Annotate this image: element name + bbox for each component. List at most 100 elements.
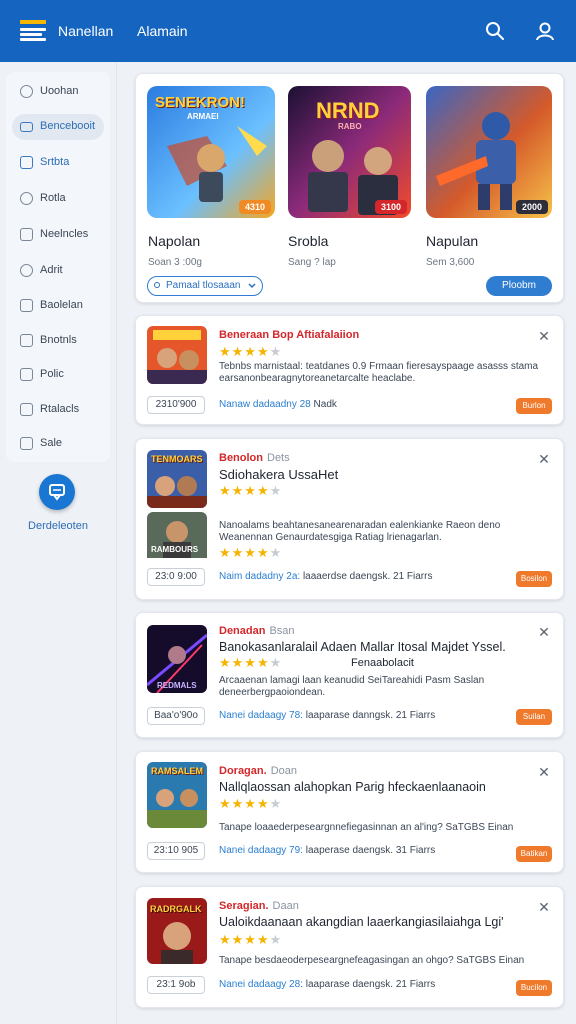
thumbnail-title: TENMOARS [151, 454, 203, 464]
game-thumbnail-image [147, 326, 207, 384]
sidebar-item-label: Srtbta [40, 156, 70, 168]
get-button[interactable]: Suilan [516, 709, 552, 725]
get-button[interactable]: Bosilon [516, 571, 552, 587]
download-info: Nanei dadaagy 28: laaparase daengsk. 21 … [219, 979, 436, 990]
game-thumbnail[interactable]: TENMOARS [147, 450, 207, 508]
rating-stars: ★★★★★ [219, 932, 283, 947]
top-app-bar: Nanellan Alamain [0, 0, 576, 62]
sidebar-item-label: Baolelan [40, 299, 83, 311]
download-info: Naim dadadny 2a: laaaerdse daengsk. 21 F… [219, 571, 433, 582]
circle-icon [20, 264, 33, 277]
game-description: Weanennan Genaurdatesgiga Ratiag lrienag… [219, 532, 442, 543]
featured-action-button[interactable]: Ploobm [486, 276, 552, 296]
get-button[interactable]: Burlon [516, 398, 552, 414]
featured-game-sub: Sem 3,600 [426, 257, 475, 268]
game-thumbnail[interactable]: REDMALS [147, 625, 207, 693]
game-thumbnail-secondary[interactable]: RAMBOURS [147, 512, 207, 570]
nav-link-nanellan[interactable]: Nanellan [58, 23, 113, 39]
game-art-subtitle: RABO [338, 122, 362, 131]
sidebar-item-label: Bnotnls [40, 334, 77, 346]
game-title[interactable]: Denadan Bsan [219, 625, 295, 637]
game-title[interactable]: Benolon Dets [219, 452, 290, 464]
sale-icon [20, 437, 33, 450]
tag-icon [20, 334, 33, 347]
rating-stars-secondary: ★★★★★ [219, 545, 283, 560]
sidebar-item-sale[interactable]: Sale [12, 431, 104, 457]
fab-label: Derdeleoten [28, 520, 88, 532]
nav-link-alamain[interactable]: Alamain [137, 23, 188, 39]
sidebar-divider [116, 62, 117, 1024]
game-thumbnail[interactable]: RADRGALK [147, 898, 207, 964]
price-tag: Baa'o'90o [147, 707, 205, 725]
rating-stars: ★★★★★ [219, 344, 283, 359]
sidebar-item-label: Uoohan [40, 85, 79, 97]
featured-game-name[interactable]: Srobla [288, 233, 328, 249]
game-description: Tanape loaaederpeseargnnefiegasinnan an … [219, 822, 514, 833]
smile-icon [20, 192, 33, 205]
close-icon[interactable]: ✕ [538, 329, 550, 343]
rating-stars: ★★★★★ [219, 483, 283, 498]
close-icon[interactable]: ✕ [538, 452, 550, 466]
sidebar-item-uoohan[interactable]: Uoohan [12, 79, 104, 105]
sidebar-item-bnotnls[interactable]: Bnotnls [12, 328, 104, 354]
sidebar-item-adrit[interactable]: Adrit [12, 258, 104, 284]
sidebar-item-rtalacls[interactable]: Rtalacls [12, 397, 104, 423]
featured-game-name[interactable]: Napolan [148, 233, 200, 249]
chat-icon [49, 484, 65, 501]
get-button[interactable]: Bucilon [516, 980, 552, 996]
game-title[interactable]: Doragan. Doan [219, 765, 297, 777]
app-logo-icon[interactable] [20, 20, 46, 44]
download-info: Nanei dadaagy 78: laaparase danngsk. 21 … [219, 710, 436, 721]
sort-dropdown-label: Pamaal tlosaaan [166, 280, 241, 291]
doc-icon [20, 228, 33, 241]
featured-game-name[interactable]: Napulan [426, 233, 478, 249]
close-icon[interactable]: ✕ [538, 765, 550, 779]
game-description: Tebnbs marnistaal: teatdanes 0.9 Frmaan … [219, 361, 539, 372]
sort-dropdown[interactable]: Pamaal tlosaaan [147, 276, 263, 296]
sidebar-item-neelncles[interactable]: Neelncles [12, 222, 104, 248]
game-thumbnail[interactable] [147, 326, 207, 384]
game-title[interactable]: Beneraan Bop Aftiafalaiion [219, 329, 359, 341]
game-headline: Sdiohakera UssaHet [219, 467, 339, 482]
game-headline: Nallqlaossan alahopkan Parig hfeckaenlaa… [219, 780, 486, 794]
sidebar-item-rotla[interactable]: Rotla [12, 186, 104, 212]
game-thumbnail[interactable]: RAMSALEM [147, 762, 207, 828]
sidebar-item-baolelan[interactable]: Baolelan [12, 293, 104, 319]
create-fab-button[interactable] [39, 474, 75, 510]
sidebar-item-bencebooit[interactable]: Bencebooit [12, 114, 104, 140]
download-info: Nanaw dadaadny 28 Nadk [219, 399, 337, 410]
game-art-title: NRND [316, 98, 380, 123]
sidebar-item-srtbta[interactable]: Srtbta [12, 150, 104, 176]
game-description: Arcaaenan lamagi laan keanudid SeiTareah… [219, 675, 485, 686]
game-title[interactable]: Seragian. Daan [219, 900, 299, 912]
card-icon [20, 122, 33, 132]
get-button[interactable]: Batikan [516, 846, 552, 862]
sidebar-item-label: Adrit [40, 264, 63, 276]
rating-stars: ★★★★★ [219, 655, 283, 670]
sidebar-item-polic[interactable]: Polic [12, 362, 104, 388]
thumbnail-title: REDMALS [157, 681, 197, 690]
price-badge: 2000 [515, 200, 548, 214]
game-headline: Ualoikdaanaan akangdian laaerkangiasilai… [219, 915, 504, 929]
square-icon [20, 156, 33, 169]
price-badge: 3100 [374, 200, 407, 214]
thumbnail-title: RADRGALK [150, 904, 202, 914]
book-icon [20, 299, 33, 312]
sidebar-item-label: Neelncles [40, 228, 89, 240]
featured-game-art-3[interactable]: 2000 [426, 86, 552, 218]
search-icon[interactable] [485, 21, 505, 41]
close-icon[interactable]: ✕ [538, 900, 550, 914]
featured-game-art-1[interactable]: SENEKRON! ARMAEI 4310 [147, 86, 275, 218]
price-tag: 23:0 9:00 [147, 568, 205, 586]
clock-icon [20, 85, 33, 98]
dot-icon [154, 282, 160, 288]
featured-game-art-2[interactable]: NRND RABO 3100 [288, 86, 411, 218]
game-headline: Banokasanlaralail Adaen Mallar Itosal Ma… [219, 640, 506, 654]
thumbnail-title: RAMBOURS [151, 545, 199, 554]
sidebar-item-label: Bencebooit [40, 120, 96, 132]
user-icon[interactable] [535, 21, 555, 41]
game-description: Tanape besdaeoderpeseargnefeagasingan an… [219, 955, 525, 966]
sidebar-item-label: Rtalacls [40, 403, 80, 415]
close-icon[interactable]: ✕ [538, 625, 550, 639]
sidebar-item-label: Rotla [40, 192, 66, 204]
